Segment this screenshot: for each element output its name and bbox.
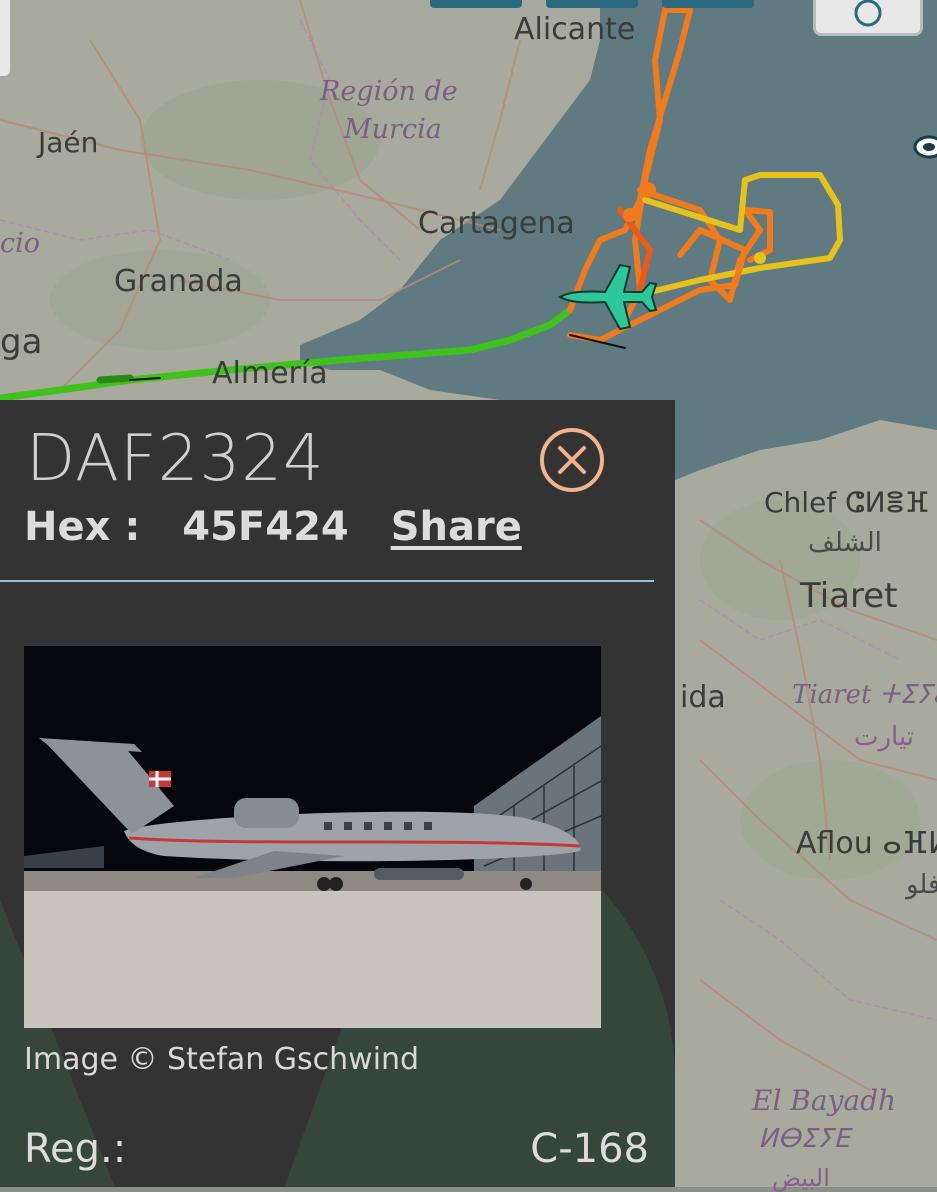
aircraft-info-panel: DAF2324 Hex : 45F424 Share Image © Stefa… xyxy=(0,400,675,1187)
hex-row: Hex : 45F424 Share xyxy=(24,504,522,550)
map-label-cartagena: Cartagena xyxy=(418,206,575,241)
map-label-almeria: Almería xyxy=(212,356,328,391)
map-toolbar-button-3[interactable] xyxy=(662,0,754,8)
map-label-tiaret: Tiaret xyxy=(800,576,898,616)
close-circle-icon xyxy=(540,428,604,492)
map-label-ga: ga xyxy=(0,322,43,362)
map-label-alicante: Alicante xyxy=(514,12,636,47)
map-label-granada: Granada xyxy=(114,264,243,299)
share-link[interactable]: Share xyxy=(391,504,522,550)
map-label-tiaret-tz: Tiaret ⵜⵉⵢⴰ xyxy=(792,680,937,710)
callsign-title: DAF2324 xyxy=(26,422,325,496)
layers-icon xyxy=(854,0,882,27)
map-label-chlef-ar: الشلف xyxy=(808,528,882,558)
aircraft-photo[interactable] xyxy=(24,646,602,1028)
reg-value: C-168 xyxy=(530,1126,649,1172)
map-toolbar-button-2[interactable] xyxy=(546,0,638,8)
map-label-el-bayadh-ar: البيض xyxy=(772,1164,830,1192)
map-toolbar-button-1[interactable] xyxy=(430,0,522,8)
map-label-region-murcia-1: Región de xyxy=(320,76,458,107)
map-label-tiaret-ar: تيارت xyxy=(854,722,915,752)
hex-label: Hex : xyxy=(24,504,141,550)
map-label-el-bayadh-tz: ⵍⴱⵉⵢⴹ xyxy=(758,1124,850,1154)
photo-credit: Image © Stefan Gschwind xyxy=(24,1042,420,1077)
map-label-chlef: Chlef ⵛⵍⴻⴼ xyxy=(764,486,930,519)
reg-label: Reg.: xyxy=(24,1126,127,1172)
panel-divider xyxy=(0,580,654,582)
map-label-cio: cio xyxy=(0,228,41,259)
map-label-jaen: Jaén xyxy=(38,126,99,159)
map-label-aflou: Aflou ⴰⴼⵍ xyxy=(796,826,937,861)
aircraft-photo-image xyxy=(24,646,602,1028)
map-label-el-bayadh: El Bayadh xyxy=(752,1084,897,1117)
map-label-ida: ida xyxy=(680,680,726,715)
map-label-region-murcia-2: Murcia xyxy=(344,114,442,145)
close-button[interactable] xyxy=(540,428,604,492)
map-label-aflou-ar: أفلو xyxy=(906,870,937,900)
other-aircraft-icon xyxy=(913,135,937,159)
map-side-control[interactable] xyxy=(0,0,10,76)
hex-value: 45F424 xyxy=(182,504,349,550)
layers-button[interactable] xyxy=(813,0,923,36)
